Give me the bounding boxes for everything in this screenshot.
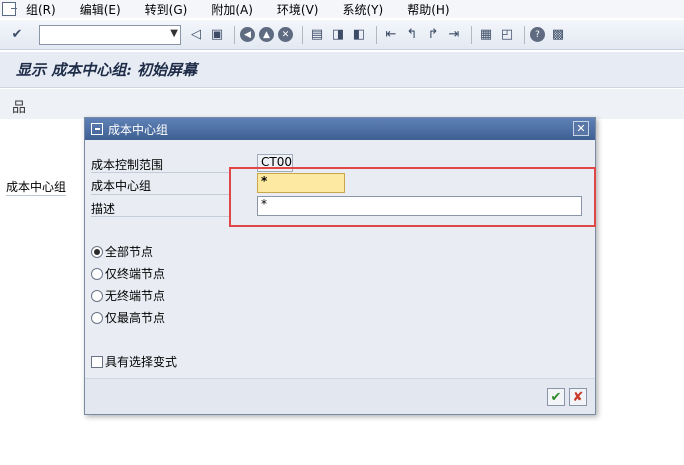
next-page-icon[interactable]: ↱ — [424, 26, 442, 44]
label-underline — [6, 195, 66, 196]
radio-all-nodes[interactable]: 全部节点 — [91, 243, 153, 260]
radio-label: 全部节点 — [105, 245, 154, 259]
radio-label: 无终端节点 — [105, 289, 166, 303]
last-page-icon[interactable]: ⇥ — [445, 26, 463, 44]
layout-icon[interactable]: ▦ — [477, 26, 495, 44]
save-icon[interactable]: ▣ — [208, 26, 226, 44]
print-icon[interactable]: ▤ — [308, 26, 326, 44]
dialog-window-icon — [91, 123, 103, 135]
radio-button-checked[interactable] — [91, 245, 103, 258]
checkbox-label: 具有选择变式 — [105, 355, 178, 369]
toolbar-separator — [471, 25, 472, 44]
radio-top-node-only[interactable]: 仅最高节点 — [91, 309, 165, 326]
dialog-footer — [85, 378, 595, 414]
menu-goto[interactable]: 转到(G) — [145, 1, 188, 18]
checkbox[interactable] — [91, 355, 103, 368]
controlling-area-label: 成本控制范围 — [91, 158, 164, 172]
toolbar-separator — [302, 25, 303, 44]
enter-icon[interactable]: ✔ — [8, 26, 26, 44]
background-cost-center-group-label: 成本中心组 — [6, 180, 67, 194]
menu-system[interactable]: 系统(Y) — [342, 1, 383, 18]
find-icon[interactable]: ◨ — [329, 26, 347, 44]
chevron-down-icon[interactable]: ▼ — [170, 28, 178, 39]
radio-end-nodes-only[interactable]: 仅终端节点 — [91, 265, 165, 282]
highlight-annotation-box — [229, 167, 596, 227]
shortcut-icon[interactable]: ◰ — [498, 26, 516, 44]
previous-page-icon[interactable]: ↰ — [403, 26, 421, 44]
find-next-icon[interactable]: ◧ — [350, 26, 368, 44]
menu-shortcut-icon[interactable] — [2, 2, 17, 16]
menu-environment[interactable]: 环境(V) — [277, 1, 319, 18]
standard-toolbar: ✔ ▼ ◁ ▣ ◀ ▲ ✕ ▤ ◨ ◧ ⇤ ↰ ↱ ⇥ ▦ ◰ ? ▩ — [0, 20, 684, 50]
label-underline — [91, 172, 231, 173]
cancel-button[interactable]: ✘ — [569, 388, 587, 406]
toolbar-separator — [234, 25, 235, 44]
menu-extras[interactable]: 附加(A) — [211, 1, 253, 18]
close-icon[interactable]: ✕ — [573, 121, 589, 136]
menu-group[interactable]: 组(R) — [26, 1, 56, 18]
radio-label: 仅最高节点 — [105, 311, 166, 325]
exit-icon[interactable]: ▲ — [259, 27, 274, 42]
radio-label: 仅终端节点 — [105, 267, 166, 281]
ok-button[interactable]: ✔ — [547, 388, 565, 406]
settings-icon[interactable]: ▩ — [549, 26, 567, 44]
hierarchy-icon[interactable]: 品 — [12, 97, 26, 117]
help-icon[interactable]: ? — [530, 27, 545, 42]
menu-bar: 组(R) 编辑(E) 转到(G) 附加(A) 环境(V) 系统(Y) 帮助(H) — [0, 0, 684, 18]
cost-center-group-label: 成本中心组 — [91, 179, 152, 193]
label-underline — [91, 216, 231, 217]
dialog-title: 成本中心组 — [108, 122, 169, 137]
radio-no-end-nodes[interactable]: 无终端节点 — [91, 287, 165, 304]
page-title: 显示 成本中心组: 初始屏幕 — [16, 61, 197, 79]
command-field[interactable]: ▼ — [39, 24, 181, 45]
cancel-icon[interactable]: ✕ — [278, 27, 293, 42]
radio-button[interactable] — [91, 267, 103, 280]
menu-help[interactable]: 帮助(H) — [407, 1, 449, 18]
description-label: 描述 — [91, 202, 116, 216]
checkbox-with-selection-variant[interactable]: 具有选择变式 — [91, 353, 177, 370]
dialog-header: 成本中心组 ✕ — [85, 118, 595, 140]
first-page-icon[interactable]: ⇤ — [382, 26, 400, 44]
toolbar-separator — [376, 25, 377, 44]
toolbar-separator — [524, 25, 525, 44]
menu-edit[interactable]: 编辑(E) — [80, 1, 121, 18]
cost-center-group-dialog: 成本中心组 ✕ 成本控制范围 CT00 成本中心组 * 描述 * 全部节点 仅终… — [84, 117, 596, 415]
radio-button[interactable] — [91, 289, 103, 302]
title-area: 显示 成本中心组: 初始屏幕 — [0, 52, 684, 88]
back-icon[interactable]: ◀ — [240, 27, 255, 42]
radio-button[interactable] — [91, 311, 103, 324]
application-toolbar: 品 — [0, 89, 684, 119]
back-arrow-icon[interactable]: ◁ — [187, 26, 205, 44]
label-underline — [91, 194, 231, 195]
